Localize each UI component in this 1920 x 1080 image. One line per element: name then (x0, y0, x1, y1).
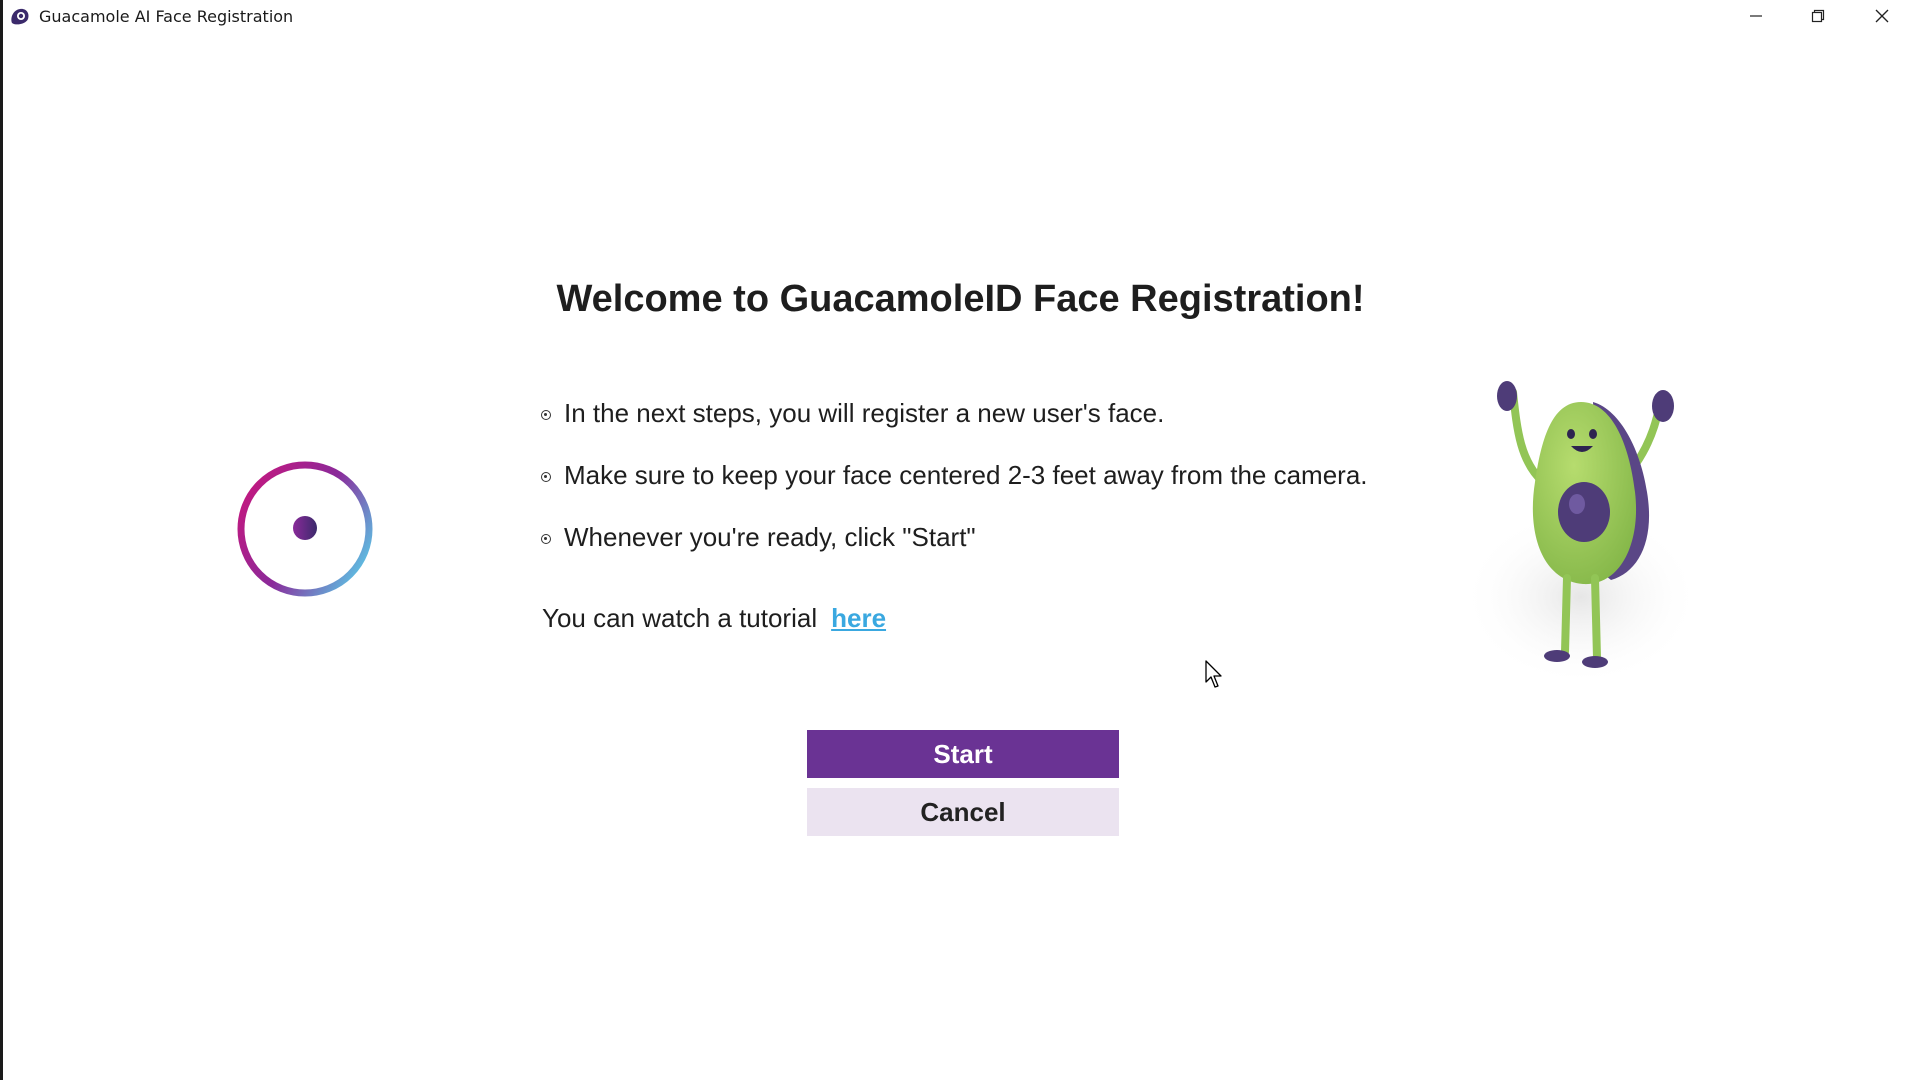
minimize-icon (1750, 14, 1762, 17)
app-window: Guacamole AI Face Registration Welcome t… (0, 0, 1920, 1080)
bullet-icon (541, 534, 551, 544)
title-bar[interactable]: Guacamole AI Face Registration (3, 0, 1920, 31)
restore-button[interactable] (1787, 0, 1849, 31)
list-item-text: Whenever you're ready, click "Start" (564, 522, 976, 552)
mouse-pointer-icon (1205, 660, 1222, 688)
window-title: Guacamole AI Face Registration (39, 7, 294, 26)
bullet-icon (541, 472, 551, 482)
list-item-text: In the next steps, you will register a n… (564, 398, 1165, 428)
minimize-button[interactable] (1725, 0, 1787, 31)
bullet-icon (541, 410, 551, 420)
close-icon (1875, 9, 1889, 22)
cancel-button[interactable]: Cancel (807, 788, 1119, 836)
restore-icon (1811, 9, 1825, 22)
tutorial-link[interactable]: here (831, 603, 886, 633)
tutorial-text: You can watch a tutorial (542, 603, 818, 633)
avocado-mascot-icon (1471, 381, 1701, 687)
app-logo-icon (11, 8, 29, 25)
loading-spinner-icon (237, 461, 373, 597)
page-title: Welcome to GuacamoleID Face Registration… (556, 278, 1365, 320)
close-button[interactable] (1851, 0, 1913, 31)
tutorial-line: You can watch a tutorial here (542, 603, 886, 634)
start-button[interactable]: Start (807, 730, 1119, 778)
list-item-text: Make sure to keep your face centered 2-3… (564, 460, 1368, 490)
